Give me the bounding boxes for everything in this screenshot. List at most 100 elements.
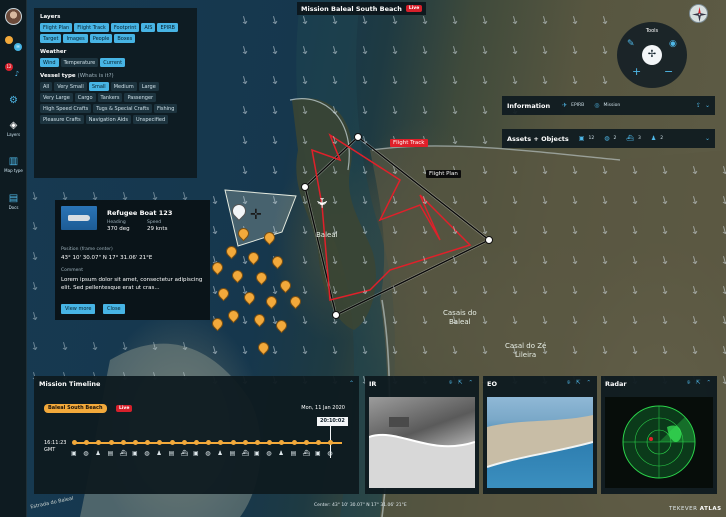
waypoint[interactable] (354, 133, 362, 141)
avatar[interactable] (5, 8, 22, 25)
timeline-event-dot[interactable] (169, 440, 175, 445)
map-type-button[interactable]: ▥ Map type (0, 156, 27, 173)
timeline-event-dot[interactable] (157, 440, 163, 445)
aircraft-icon[interactable]: ✈ (313, 197, 329, 209)
vessel-chip[interactable]: Cargo (74, 93, 96, 102)
timeline-event-dot[interactable] (84, 440, 90, 445)
layers-button[interactable]: ◈ Layers (0, 120, 27, 137)
timeline-event-dot[interactable] (72, 440, 77, 445)
timeline-event-icon: ◍ (266, 450, 272, 457)
export-icon[interactable]: ⇪ (696, 102, 701, 109)
timeline-event-dot[interactable] (206, 440, 212, 445)
vessel-chip[interactable]: Passenger (124, 93, 157, 102)
layer-chip[interactable]: Images (63, 34, 88, 43)
layer-chip[interactable]: Boxes (114, 34, 136, 43)
timeline-event-dot[interactable] (96, 440, 102, 445)
ir-video[interactable] (369, 397, 475, 488)
vessel-chip[interactable]: Navigation Aids (85, 115, 131, 124)
flight-track-label: Flight Track (390, 139, 428, 147)
vessel-popup: Refugee Boat 123 Heading 370 deg Speed 2… (55, 200, 210, 320)
vessel-chip[interactable]: Very Small (54, 82, 87, 91)
weather-chip[interactable]: Temperature (60, 58, 99, 67)
layer-chip[interactable]: People (89, 34, 113, 43)
vessel-chip[interactable]: Tugs & Special Crafts (93, 104, 152, 113)
layer-chip[interactable]: Target (40, 34, 62, 43)
waypoint[interactable] (485, 236, 493, 244)
vessel-chip[interactable]: Small (88, 82, 109, 91)
timeline-event-dot[interactable] (194, 440, 199, 445)
locate-icon[interactable]: ◉ (669, 39, 677, 49)
timeline-event-dot[interactable] (303, 440, 309, 445)
feed-controls[interactable]: ⌾ ⇱ ⌃ (687, 380, 713, 387)
waypoint[interactable] (301, 183, 309, 191)
docs-button[interactable]: ▤ Docs (0, 193, 27, 210)
vessel-chip[interactable]: Fishing (153, 104, 178, 113)
vessel-title-text: Vessel type (40, 73, 76, 79)
timeline-event-dot[interactable] (133, 440, 138, 445)
timeline-event-dot[interactable] (316, 440, 321, 445)
information-panel[interactable]: Information ✈ EPIRB ◎ Mission ⇪ ⌄ (502, 96, 715, 115)
chevron-down-icon[interactable]: ⌄ (705, 102, 710, 109)
timeline-event-dot[interactable] (328, 440, 334, 445)
weather-chip[interactable]: Current (100, 58, 126, 67)
vessel-chip[interactable]: Tankers (97, 93, 123, 102)
layer-chip[interactable]: EPIRB (157, 23, 178, 32)
place-label-casais-baleal: Baleal (449, 318, 471, 326)
mission-tag[interactable]: Baleal South Beach (44, 404, 107, 413)
vessel-chip[interactable]: High Speed Crafts (40, 104, 92, 113)
waypoint[interactable] (332, 311, 340, 319)
layer-chip[interactable]: Flight Track (74, 23, 109, 32)
vessel-chip[interactable]: Very Large (40, 93, 73, 102)
timeline-event-dot[interactable] (230, 440, 236, 445)
timeline-event-dot[interactable] (291, 440, 297, 445)
chat-icon[interactable]: ✉ (14, 43, 22, 51)
vessel-chip[interactable]: All (40, 82, 53, 91)
weather-chip[interactable]: Wind (40, 58, 59, 67)
assets-panel[interactable]: Assets + Objects ▣ 12 ◍ 2 ⛴ 3 ♟ 2 ⌄ (502, 129, 715, 148)
timeline-event-dot[interactable] (267, 440, 273, 445)
vessel-chip[interactable]: Large (138, 82, 159, 91)
eo-video[interactable] (487, 397, 593, 488)
timeline-event-dot[interactable] (108, 440, 114, 445)
zoom-in-icon[interactable]: + (632, 66, 641, 77)
map-type-label: Map type (4, 168, 23, 173)
timeline-event-icon: ▣ (254, 450, 260, 457)
settings-button[interactable]: ⚙ (0, 95, 27, 107)
edit-icon[interactable]: ✎ (627, 39, 635, 49)
chevron-up-icon[interactable]: ⌃ (349, 380, 354, 387)
vessel-chip[interactable]: Pleasure Crafts (40, 115, 84, 124)
vessel-thumbnail (61, 206, 97, 230)
layer-chip[interactable]: Footprint (110, 23, 140, 32)
pan-icon[interactable]: ✢ (642, 45, 662, 65)
layer-chip[interactable]: Flight Plan (40, 23, 73, 32)
layer-chip[interactable]: AIS (141, 23, 156, 32)
feed-controls[interactable]: ⌾ ⇱ ⌃ (449, 380, 475, 387)
feed-controls[interactable]: ⌾ ⇱ ⌃ (567, 380, 593, 387)
timeline-event-dot[interactable] (255, 440, 260, 445)
view-more-button[interactable]: View more (61, 304, 96, 314)
layers-section-title: Layers (40, 14, 61, 20)
epirb-label[interactable]: EPIRB (571, 103, 584, 108)
mission-timeline-panel: Mission Timeline ⌃ Baleal South Beach Li… (34, 376, 359, 494)
position-label: Position (frame center) (61, 247, 113, 252)
timeline-event-dot[interactable] (181, 440, 187, 445)
vessel-chip[interactable]: Medium (110, 82, 137, 91)
zoom-out-icon[interactable]: − (664, 66, 673, 77)
vessel-chip[interactable]: Unspecified (132, 115, 169, 124)
map-icon: ▥ (8, 156, 19, 167)
timeline-event-dot[interactable] (242, 440, 248, 445)
mission-label[interactable]: Mission (604, 103, 621, 108)
timeline-event-dot[interactable] (145, 440, 151, 445)
timeline-event-dot[interactable] (120, 440, 126, 445)
notification-badge[interactable]: 12 (5, 63, 13, 71)
timeline-cursor-time[interactable]: 20:10:02 (317, 417, 348, 426)
compass-icon[interactable] (689, 4, 708, 23)
close-button[interactable]: Close (103, 304, 125, 314)
radar-panel: Radar ⌾ ⇱ ⌃ (601, 376, 717, 494)
timeline-event-dot[interactable] (279, 440, 285, 445)
vessel-help-link[interactable]: (Whats is it?) (78, 73, 114, 79)
bell-icon[interactable]: ♪ (13, 70, 21, 78)
chevron-down-icon[interactable]: ⌄ (705, 135, 710, 142)
timeline-event-dot[interactable] (218, 440, 224, 445)
radar-display[interactable] (605, 397, 713, 488)
